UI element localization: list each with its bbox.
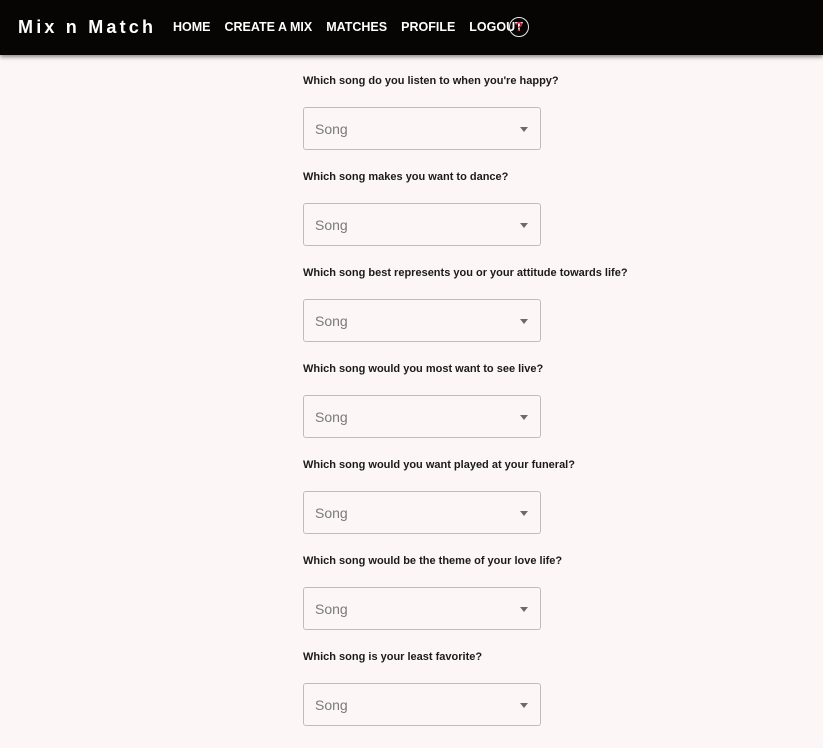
question-circle-icon[interactable]: ? (509, 17, 529, 37)
question-represents-you: Which song best represents you or your a… (303, 264, 643, 360)
question-least-favorite: Which song is your least favorite? Song (303, 648, 643, 744)
song-select[interactable]: Song (303, 395, 541, 438)
question-label: Which song would be the theme of your lo… (303, 555, 563, 567)
song-select[interactable]: Song (303, 587, 541, 630)
caret-down-icon (520, 415, 528, 420)
question-funeral: Which song would you want played at your… (303, 456, 643, 552)
question-label: Which song is your least favorite? (303, 651, 483, 663)
nav-profile-link[interactable]: PROFILE (401, 20, 455, 34)
question-label: Which song makes you want to dance? (303, 171, 509, 183)
nav-home-link[interactable]: HOME (173, 20, 211, 34)
select-value: Song (315, 697, 348, 713)
song-questionnaire-form: Which song do you listen to when you're … (303, 72, 643, 744)
song-select[interactable]: Song (303, 203, 541, 246)
question-label: Which song best represents you or your a… (303, 267, 628, 279)
select-value: Song (315, 505, 348, 521)
select-value: Song (315, 409, 348, 425)
caret-down-icon (520, 319, 528, 324)
caret-down-icon (520, 703, 528, 708)
caret-down-icon (520, 127, 528, 132)
select-value: Song (315, 601, 348, 617)
select-value: Song (315, 121, 348, 137)
question-love-life: Which song would be the theme of your lo… (303, 552, 643, 648)
question-label: Which song do you listen to when you're … (303, 75, 559, 87)
nav-matches-link[interactable]: MATCHES (326, 20, 387, 34)
brand-logo[interactable]: Mix n Match (18, 16, 156, 38)
question-label: Which song would you most want to see li… (303, 363, 544, 375)
caret-down-icon (520, 511, 528, 516)
select-value: Song (315, 217, 348, 233)
song-select[interactable]: Song (303, 299, 541, 342)
song-select[interactable]: Song (303, 107, 541, 150)
top-navbar: Mix n Match HOME CREATE A MIX MATCHES PR… (0, 0, 823, 55)
question-happy: Which song do you listen to when you're … (303, 72, 643, 168)
song-select[interactable]: Song (303, 683, 541, 726)
select-value: Song (315, 313, 348, 329)
caret-down-icon (520, 607, 528, 612)
caret-down-icon (520, 223, 528, 228)
song-select[interactable]: Song (303, 491, 541, 534)
question-label: Which song would you want played at your… (303, 459, 575, 471)
nav-create-mix-link[interactable]: CREATE A MIX (225, 20, 313, 34)
question-dance: Which song makes you want to dance? Song (303, 168, 643, 264)
question-see-live: Which song would you most want to see li… (303, 360, 643, 456)
nav-links: HOME CREATE A MIX MATCHES PROFILE LOGOUT (173, 20, 537, 34)
